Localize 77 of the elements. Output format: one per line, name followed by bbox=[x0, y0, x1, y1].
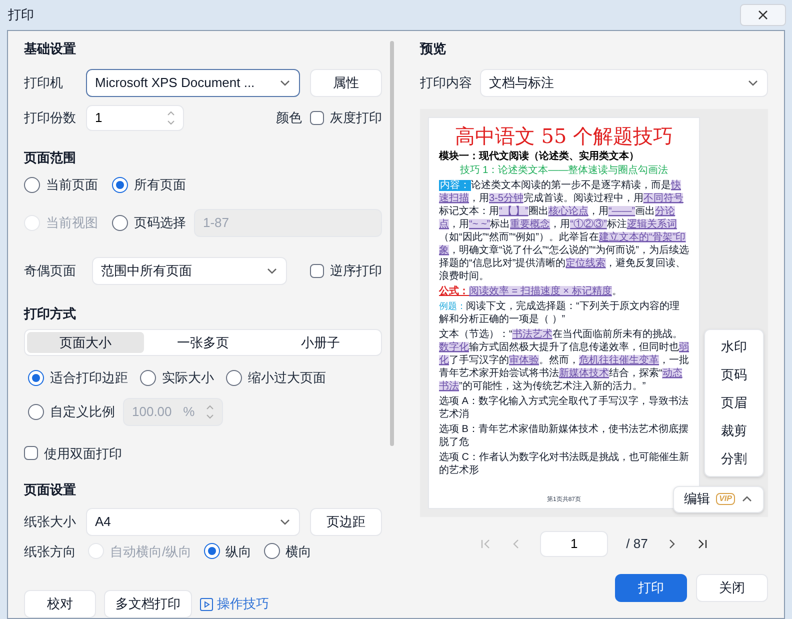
print-button[interactable]: 打印 bbox=[615, 574, 687, 602]
last-page-icon[interactable] bbox=[696, 538, 708, 550]
window-title: 打印 bbox=[8, 6, 34, 24]
tab[interactable]: 页面大小 bbox=[27, 332, 144, 353]
tab[interactable]: 一张多页 bbox=[144, 332, 262, 353]
close-dialog-button[interactable]: 关闭 bbox=[696, 574, 768, 602]
menu-item[interactable]: 分割 bbox=[705, 444, 763, 472]
radio-button[interactable] bbox=[24, 176, 40, 193]
checkbox[interactable] bbox=[24, 446, 38, 460]
menu-item[interactable]: 页码 bbox=[705, 360, 763, 388]
document-subheading: 技巧 1：论述类文本——整体速读与圈点勾画法 bbox=[458, 164, 670, 178]
checkbox[interactable] bbox=[310, 264, 324, 278]
field-label: 奇偶页面 bbox=[24, 262, 77, 280]
radio-label: 纵向 bbox=[226, 542, 252, 560]
edit-button[interactable]: 编辑 VIP bbox=[673, 486, 764, 512]
section-heading: 页面设置 bbox=[24, 481, 77, 499]
copies-field[interactable]: 1 bbox=[86, 104, 184, 130]
margins-button[interactable]: 页边距 bbox=[310, 508, 382, 536]
play-icon bbox=[200, 598, 213, 610]
radio-label: 适合打印边距 bbox=[50, 369, 128, 387]
radio-label: 自定义比例 bbox=[50, 402, 115, 421]
section-heading: 打印方式 bbox=[24, 304, 77, 322]
checkbox-label: 灰度打印 bbox=[330, 108, 382, 127]
field-label: 颜色 bbox=[276, 108, 302, 127]
radio-button[interactable] bbox=[264, 543, 280, 560]
proofread-button[interactable]: 校对 bbox=[24, 590, 96, 618]
scrollbar[interactable] bbox=[390, 41, 394, 446]
document-title: 高中语文 55 个解题技巧 bbox=[454, 124, 674, 148]
menu-item[interactable]: 裁剪 bbox=[705, 416, 763, 444]
radio-label: 自动横向/纵向 bbox=[110, 542, 192, 560]
field-label: 打印份数 bbox=[24, 108, 77, 127]
radio-label: 当前页面 bbox=[46, 176, 98, 194]
radio-label: 页码选择 bbox=[134, 214, 186, 232]
document-heading: 模块一：现代文阅读（论述类、实用类文本） bbox=[439, 150, 640, 164]
document-paragraph: 内容：论述类文本阅读的第一步不是逐字精读，而是快速扫描，用3-5分钟完成首读。阅读过程中，用不同符号 标记文本：用“【 】”圈出核心论点，用“——”画出分论点，用“~ ~”标出重要概念，用“①②③”标注逻辑关系词 （如“因此”“然而”“例如”）。此举旨在建立文本的“骨架”印象，明确文章“说了什么”“怎么说的”“为何而说”，为后续选择题的“信息比对”提供清晰的定位线索，避免反复回读、浪费时间。 bbox=[439, 178, 689, 282]
tips-link[interactable]: 操作技巧 bbox=[200, 594, 269, 614]
radio-button[interactable] bbox=[112, 176, 128, 193]
paper-size-select[interactable]: A4 bbox=[86, 508, 300, 536]
tab[interactable]: 小册子 bbox=[262, 332, 379, 353]
close-button[interactable] bbox=[740, 4, 786, 26]
radio-button[interactable] bbox=[28, 404, 44, 420]
radio-button[interactable] bbox=[28, 370, 44, 386]
section-heading: 基础设置 bbox=[24, 40, 77, 58]
radio-button[interactable] bbox=[204, 543, 220, 560]
menu-item[interactable]: 水印 bbox=[705, 332, 763, 360]
radio-label: 实际大小 bbox=[162, 369, 214, 387]
menu-item[interactable]: 页眉 bbox=[705, 388, 763, 416]
properties-button[interactable]: 属性 bbox=[310, 68, 382, 96]
radio-label: 所有页面 bbox=[134, 176, 186, 194]
radio-button[interactable] bbox=[112, 214, 128, 230]
field-label: 打印机 bbox=[24, 74, 64, 92]
checkbox[interactable] bbox=[310, 110, 324, 124]
checkbox-label: 使用双面打印 bbox=[44, 444, 122, 462]
radio-label: 缩小过大页面 bbox=[248, 369, 326, 387]
document-paragraph: 选项 A：数字化输入方式完全取代了手写汉字，导致书法艺术消 bbox=[439, 394, 689, 420]
page-total: / 87 bbox=[626, 534, 648, 553]
radio-label: 当前视图 bbox=[46, 214, 98, 232]
section-heading: 预览 bbox=[420, 40, 447, 58]
multi-document-button[interactable]: 多文档打印 bbox=[104, 590, 192, 618]
print-content-select[interactable]: 文档与标注 bbox=[480, 68, 768, 96]
field-label: 打印内容 bbox=[420, 74, 473, 92]
radio-button[interactable] bbox=[226, 370, 242, 386]
section-heading: 页面范围 bbox=[24, 148, 77, 166]
checkbox-label: 逆序打印 bbox=[330, 262, 382, 280]
document-paragraph: 例题：阅读下文，完成选择题：“下列关于原文内容的理解和分析正确的一项是（ ）” bbox=[439, 300, 680, 326]
field-label: 纸张方向 bbox=[24, 542, 76, 560]
page-field[interactable]: 1 bbox=[540, 530, 608, 556]
vip-badge: VIP bbox=[716, 493, 735, 505]
document-paragraph: 选项 C：作者认为数字化对书法既是挑战，也可能催生新的艺术形 bbox=[439, 450, 689, 476]
radio-button[interactable] bbox=[140, 370, 156, 386]
printer-select[interactable]: Microsoft XPS Document ... bbox=[86, 68, 300, 96]
odd-even-select[interactable]: 范围中所有页面 bbox=[92, 256, 287, 284]
field-label: 纸张大小 bbox=[24, 512, 77, 531]
document-paragraph: 选项 B：青年艺术家借助新媒体技术，使书法艺术彻底摆脱了危 bbox=[439, 422, 689, 448]
radio-label: 横向 bbox=[286, 542, 312, 560]
close-icon bbox=[758, 10, 768, 20]
document-paragraph: 文本（节选）：“书法艺术在当代面临前所未有的挑战。 数字化输方式固然极大提升了信息传递效率，但同时也弱化了手写汉字的审体验。然而，危机往往催生变革，一批青年艺术家开始尝试将书法新媒体技术结合，探索“动态书法”的可能性，这为传统艺术注入新的活力。” bbox=[439, 328, 689, 392]
